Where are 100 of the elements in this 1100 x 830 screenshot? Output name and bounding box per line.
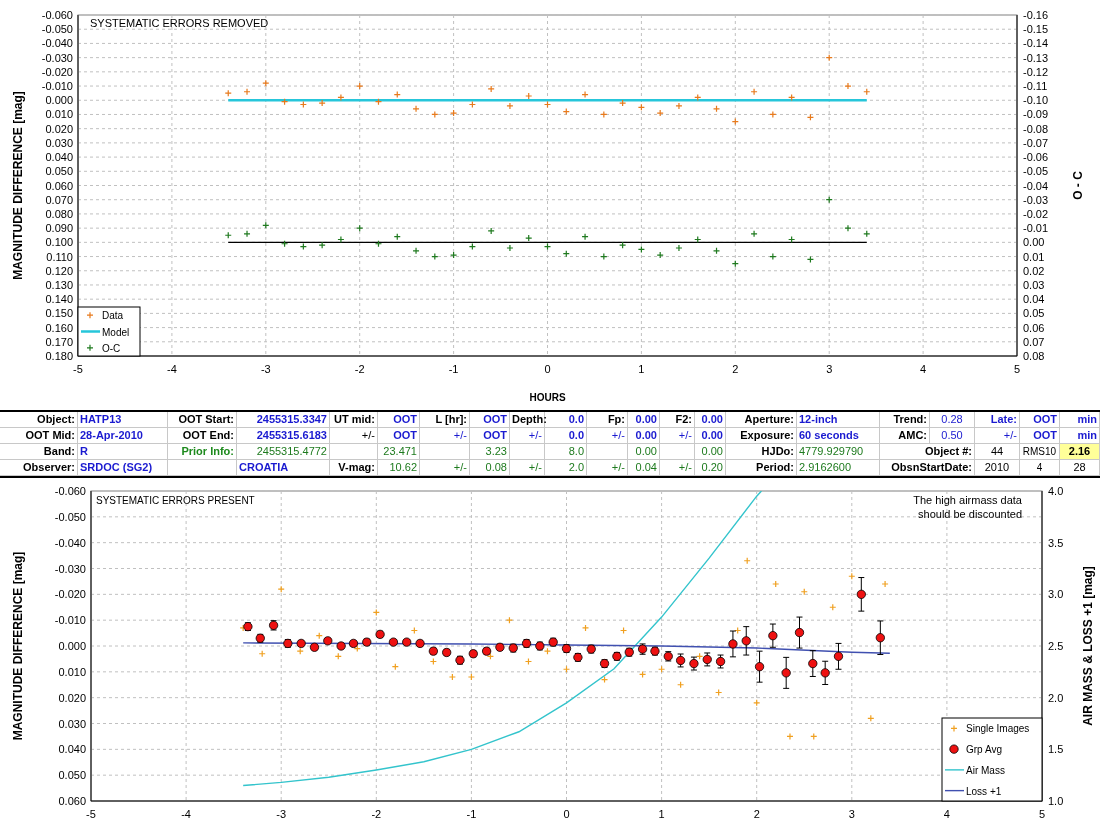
axis-tick-label: -0.10 xyxy=(1023,94,1049,107)
axis-tick-label: 0.150 xyxy=(45,307,73,320)
annotation-text: The high airmass data should be discounted xyxy=(913,494,1022,520)
chart-title: SYSTEMATIC ERRORS REMOVED xyxy=(90,17,269,29)
axis-tick-label: -2 xyxy=(354,363,365,375)
table-cell: +/- xyxy=(510,460,545,476)
table-cell: 2455315.6183 xyxy=(237,428,330,444)
axis-tick-label: 1 xyxy=(658,808,665,820)
axis-tick-label: -0.040 xyxy=(54,536,86,549)
axis-tick-label: -0.09 xyxy=(1023,108,1049,121)
table-cell: OOT xyxy=(470,412,510,428)
axis-tick-label: -4 xyxy=(167,363,177,375)
axis-tick-label: 0.170 xyxy=(45,335,73,348)
legend-label: Grp Avg xyxy=(966,744,1002,756)
table-cell: 0.28 xyxy=(930,412,975,428)
table-cell: 8.0 xyxy=(545,444,587,460)
table-cell: 0.00 xyxy=(695,428,726,444)
table-cell: 4 xyxy=(1020,460,1060,476)
table-cell: Object #: xyxy=(880,444,975,460)
axis-tick-label: -0.030 xyxy=(54,562,86,575)
axis-tick-label: 0.120 xyxy=(45,264,73,277)
table-cell: AMC: xyxy=(880,428,930,444)
table-cell: OOT xyxy=(1020,412,1060,428)
table-cell: R xyxy=(78,444,168,460)
y-axis-title: AIR MASS & LOSS +1 [mag] xyxy=(1081,566,1095,726)
table-cell: +/- xyxy=(660,460,695,476)
table-cell: 28-Apr-2010 xyxy=(78,428,168,444)
table-cell: 3.23 xyxy=(470,444,510,460)
table-cell: 0.00 xyxy=(695,412,726,428)
table-cell: Prior Info: xyxy=(168,444,237,460)
table-cell: Aperture: xyxy=(726,412,797,428)
table-cell: OOT End: xyxy=(168,428,237,444)
axis-tick-label: -2 xyxy=(371,808,382,820)
axis-tick-label: 5 xyxy=(1038,808,1046,820)
table-cell: Period: xyxy=(726,460,797,476)
table-cell: 0.00 xyxy=(695,444,726,460)
axis-tick-label: -0.050 xyxy=(54,510,86,523)
axis-tick-label: 0.080 xyxy=(45,207,73,220)
axis-tick-label: 3 xyxy=(826,363,833,375)
axis-tick-label: 0.140 xyxy=(45,293,73,306)
table-cell: +/- xyxy=(420,460,470,476)
axis-tick-label: 0.180 xyxy=(45,350,73,362)
table-cell: 2455315.4772 xyxy=(237,444,330,460)
table-cell: +/- xyxy=(587,460,628,476)
axis-tick-label: 0.02 xyxy=(1023,264,1045,277)
axis-tick-label: -0.030 xyxy=(41,51,73,64)
axis-tick-label: -0.040 xyxy=(41,37,73,50)
table-cell: SRDOC (SG2) xyxy=(78,460,168,476)
axis-tick-label: -0.02 xyxy=(1023,207,1049,220)
axis-tick-label: 0.000 xyxy=(58,640,86,652)
axis-tick-label: 0 xyxy=(563,808,570,820)
axis-tick-label: -0.11 xyxy=(1023,80,1048,93)
axis-tick-label: -0.01 xyxy=(1023,222,1049,235)
legend-label: Single Images xyxy=(966,723,1030,735)
axis-tick-label: -1 xyxy=(448,363,459,375)
axis-tick-label: 1 xyxy=(638,363,645,375)
axis-tick-label: 0.08 xyxy=(1023,350,1045,362)
table-cell: OOT Start: xyxy=(168,412,237,428)
table-cell: V-mag: xyxy=(330,460,378,476)
axis-tick-label: 0.030 xyxy=(58,717,86,730)
table-cell: Exposure: xyxy=(726,428,797,444)
axis-tick-label: 0.04 xyxy=(1023,293,1045,306)
axis-tick-label: -0.020 xyxy=(54,588,86,601)
table-cell: UT mid: xyxy=(330,412,378,428)
chart-title: SYSTEMATIC ERRORS PRESENT xyxy=(96,495,255,506)
table-cell: 60 seconds xyxy=(797,428,880,444)
table-cell: OOT xyxy=(1020,428,1060,444)
table-cell: OOT xyxy=(470,428,510,444)
y-axis-title: O - C xyxy=(1071,171,1085,200)
axis-tick-label: -5 xyxy=(73,363,83,375)
axis-tick-label: 2 xyxy=(732,363,739,375)
axis-tick-label: -0.13 xyxy=(1023,51,1049,64)
axis-tick-label: 5 xyxy=(1013,363,1021,375)
table-cell: 0.00 xyxy=(628,444,660,460)
table-cell: OOT xyxy=(378,412,420,428)
table-cell: 0.00 xyxy=(628,412,660,428)
axis-tick-label: -0.060 xyxy=(54,485,86,497)
table-cell: HJDo: xyxy=(726,444,797,460)
axis-tick-label: 0.03 xyxy=(1023,278,1045,291)
table-cell: 2010 xyxy=(975,460,1020,476)
table-cell: +/- xyxy=(975,428,1020,444)
table-cell: 0.0 xyxy=(545,428,587,444)
axis-tick-label: 4.0 xyxy=(1048,485,1064,497)
table-cell: 44 xyxy=(975,444,1020,460)
table-cell: +/- xyxy=(510,428,545,444)
axis-tick-label: 0.050 xyxy=(58,769,86,782)
x-axis-title: HOURS xyxy=(529,392,566,403)
axis-tick-label: -0.060 xyxy=(41,9,73,21)
legend-label: Air Mass xyxy=(966,764,1005,776)
axis-tick-label: 4 xyxy=(943,808,950,820)
table-cell: 2455315.3347 xyxy=(237,412,330,428)
y-axis-title: MAGNITUDE DIFFERENCE [mag] xyxy=(11,551,25,741)
table-cell: +/- xyxy=(587,428,628,444)
axis-tick-label: -0.010 xyxy=(54,614,86,627)
table-cell: OOT Mid: xyxy=(0,428,78,444)
axis-tick-label: 0.130 xyxy=(45,278,73,291)
table-cell: 0.50 xyxy=(930,428,975,444)
table-cell: +/- xyxy=(420,428,470,444)
table-cell: Band: xyxy=(0,444,78,460)
axis-tick-label: 0.040 xyxy=(58,743,86,756)
